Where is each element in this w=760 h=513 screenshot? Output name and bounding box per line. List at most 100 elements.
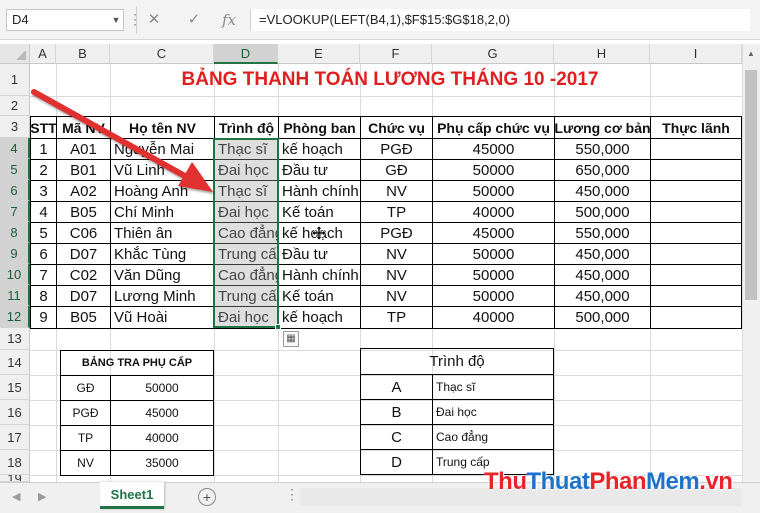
fill-handle[interactable]	[275, 324, 281, 330]
cell[interactable]	[651, 139, 741, 159]
cell[interactable]: PGĐ	[361, 223, 432, 243]
cell[interactable]: Đầu tư	[279, 160, 360, 180]
cell[interactable]: Khắc Tùng	[111, 244, 214, 264]
header-cell-luong[interactable]: Lương cơ bản	[555, 117, 650, 138]
cell[interactable]: 4	[31, 202, 56, 222]
allowance-value-cell[interactable]: 40000	[111, 426, 213, 450]
cell[interactable]: NV	[361, 244, 432, 264]
cell[interactable]: D07	[57, 286, 110, 306]
cell[interactable]: NV	[361, 265, 432, 285]
cell[interactable]: B01	[57, 160, 110, 180]
cell[interactable]: Vũ Hoài	[111, 307, 214, 328]
cell[interactable]: Đầu tư	[279, 244, 360, 264]
cell[interactable]: 45000	[433, 223, 554, 243]
quick-analysis-icon[interactable]: ▦	[283, 331, 299, 347]
cell[interactable]: Kế toán	[279, 286, 360, 306]
allowance-code-cell[interactable]: TP	[61, 426, 110, 450]
cell[interactable]: Hành chính	[279, 265, 360, 285]
cell[interactable]: NV	[361, 181, 432, 201]
cell[interactable]: NV	[361, 286, 432, 306]
cell[interactable]: 8	[31, 286, 56, 306]
cell[interactable]: 550,000	[555, 223, 650, 243]
cell[interactable]: 50000	[433, 160, 554, 180]
cell[interactable]	[651, 286, 741, 306]
level-code-cell[interactable]: A	[361, 375, 432, 399]
cell[interactable]: Lương Minh	[111, 286, 214, 306]
level-name-cell[interactable]: Thạc sĩ	[433, 375, 553, 399]
cell[interactable]: B05	[57, 202, 110, 222]
cell[interactable]: 450,000	[555, 181, 650, 201]
cell[interactable]: 40000	[433, 202, 554, 222]
level-table-title[interactable]: Trình độ	[361, 349, 553, 374]
cell[interactable]: A02	[57, 181, 110, 201]
allowance-value-cell[interactable]: 50000	[111, 376, 213, 400]
cell[interactable]: 550,000	[555, 139, 650, 159]
cell[interactable]	[651, 181, 741, 201]
level-name-cell[interactable]: Cao đẳng	[433, 425, 553, 449]
cell[interactable]: kế hoạch	[279, 139, 360, 159]
level-code-cell[interactable]: C	[361, 425, 432, 449]
add-sheet-icon[interactable]: +	[198, 488, 216, 506]
cell[interactable]: B05	[57, 307, 110, 328]
cell[interactable]: 1	[31, 139, 56, 159]
cell[interactable]: 500,000	[555, 202, 650, 222]
allowance-code-cell[interactable]: NV	[61, 451, 110, 475]
cell[interactable]	[651, 307, 741, 328]
allowance-code-cell[interactable]: PGĐ	[61, 401, 110, 425]
header-cell-ma-nv[interactable]: Mã NV	[57, 117, 110, 138]
cell[interactable]: PGĐ	[361, 139, 432, 159]
cell[interactable]	[651, 160, 741, 180]
cell[interactable]: 650,000	[555, 160, 650, 180]
allowance-code-cell[interactable]: GĐ	[61, 376, 110, 400]
cell[interactable]: kế hoạch	[279, 307, 360, 328]
cell[interactable]: 9	[31, 307, 56, 328]
cell[interactable]: TP	[361, 307, 432, 328]
cell[interactable]	[651, 244, 741, 264]
header-cell-phong-ban[interactable]: Phòng ban	[279, 117, 360, 138]
header-cell-stt[interactable]: STT	[31, 117, 56, 138]
cell[interactable]: Kế toán	[279, 202, 360, 222]
cell[interactable]	[651, 202, 741, 222]
cell[interactable]: 3	[31, 181, 56, 201]
cell[interactable]: TP	[361, 202, 432, 222]
cell[interactable]: 50000	[433, 265, 554, 285]
cell[interactable]: 45000	[433, 139, 554, 159]
allowance-table-title[interactable]: BẢNG TRA PHỤ CẤP	[61, 351, 213, 375]
level-code-cell[interactable]: D	[361, 450, 432, 474]
cell[interactable]: Nguyễn Mai	[111, 139, 214, 159]
header-cell-thuc-lanh[interactable]: Thực lãnh	[651, 117, 741, 138]
sheet-tab-sheet1[interactable]: Sheet1	[100, 482, 164, 509]
cell[interactable]	[651, 223, 741, 243]
cell[interactable]: Vũ Linh	[111, 160, 214, 180]
cell[interactable]: 6	[31, 244, 56, 264]
level-code-cell[interactable]: B	[361, 400, 432, 424]
cell[interactable]: C06	[57, 223, 110, 243]
cell[interactable]: 450,000	[555, 244, 650, 264]
cell[interactable]: A01	[57, 139, 110, 159]
cell[interactable]: 2	[31, 160, 56, 180]
cell[interactable]: 5	[31, 223, 56, 243]
scroll-up-icon[interactable]: ▲	[742, 46, 760, 62]
allowance-value-cell[interactable]: 45000	[111, 401, 213, 425]
header-cell-ho-ten[interactable]: Họ tên NV	[111, 117, 214, 138]
cell[interactable]: 40000	[433, 307, 554, 328]
cell[interactable]: 50000	[433, 181, 554, 201]
cell[interactable]: GĐ	[361, 160, 432, 180]
cell[interactable]: Thiên ân	[111, 223, 214, 243]
cell[interactable]: D07	[57, 244, 110, 264]
cell[interactable]: 50000	[433, 244, 554, 264]
cell[interactable]: 500,000	[555, 307, 650, 328]
allowance-value-cell[interactable]: 35000	[111, 451, 213, 475]
cell[interactable]: 7	[31, 265, 56, 285]
next-sheet-icon[interactable]: ▶	[38, 490, 46, 503]
cell[interactable]: Chí Minh	[111, 202, 214, 222]
cell[interactable]: 450,000	[555, 265, 650, 285]
cell[interactable]: 450,000	[555, 286, 650, 306]
header-cell-phu-cap[interactable]: Phụ cấp chức vụ	[433, 117, 554, 138]
prev-sheet-icon[interactable]: ◀	[12, 490, 20, 503]
cell[interactable]: 50000	[433, 286, 554, 306]
cell[interactable]	[651, 265, 741, 285]
header-cell-trinh-do[interactable]: Trình độ	[215, 117, 278, 138]
header-cell-chuc-vu[interactable]: Chức vụ	[361, 117, 432, 138]
cell[interactable]: Văn Dũng	[111, 265, 214, 285]
